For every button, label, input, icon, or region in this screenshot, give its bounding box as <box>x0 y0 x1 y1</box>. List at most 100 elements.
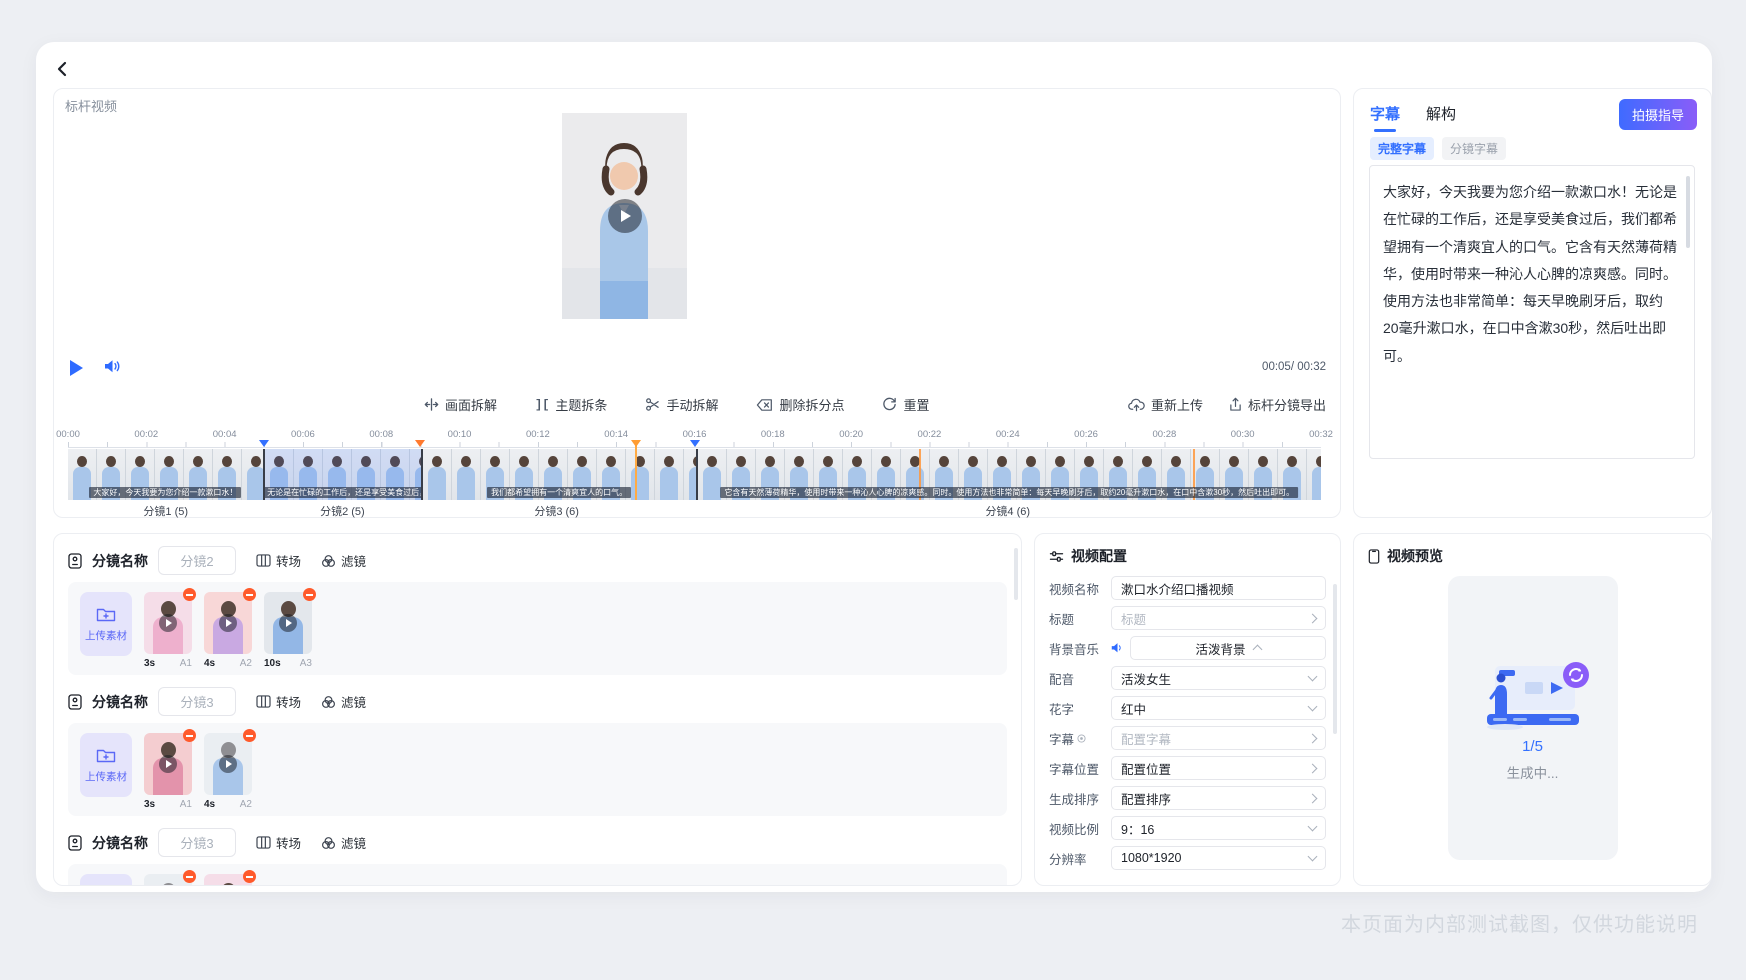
field-label: 视频名称 <box>1049 579 1111 598</box>
title-field[interactable]: 标题 <box>1111 606 1326 630</box>
bgm-select[interactable]: 活泼背景 <box>1130 636 1326 660</box>
shot-name-input[interactable] <box>158 828 236 857</box>
shot-name-input[interactable] <box>158 687 236 716</box>
toolbar-label: 主题拆条 <box>555 395 607 414</box>
segment-caption: 它含有天然薄荷精华，使用时带来一种沁人心脾的凉爽感。同时。使用方法也非常简单：每… <box>720 487 1298 498</box>
timeline-ruler: 00:00 00:02 00:04 00:06 00:08 00:10 00:1… <box>68 429 1321 439</box>
film-frame <box>684 449 696 500</box>
subtitle-position-field[interactable]: 配置位置 <box>1111 756 1326 780</box>
upload-label: 上传素材 <box>85 769 127 784</box>
video-preview-frame[interactable] <box>562 113 687 319</box>
split-frame-button[interactable]: 画面拆解 <box>424 395 497 414</box>
generate-button[interactable]: 生成 <box>1049 885 1326 886</box>
brackets-icon: ][ <box>535 398 549 412</box>
video-name-input[interactable]: 漱口水介绍口播视频 <box>1111 576 1326 600</box>
filter-button[interactable]: 滤镜 <box>321 692 366 711</box>
play-icon[interactable] <box>279 614 297 632</box>
segment-caption: 我们都希望拥有一个清爽宜人的口气。 <box>487 487 631 498</box>
upload-material-card[interactable]: 上传素材 <box>80 874 132 886</box>
chevron-right-icon <box>1308 763 1318 773</box>
remove-clip-icon[interactable] <box>183 588 196 601</box>
filter-button[interactable]: 滤镜 <box>321 833 366 852</box>
scrollbar-thumb[interactable] <box>1014 548 1018 600</box>
chevron-right-icon <box>1308 793 1318 803</box>
play-icon[interactable] <box>70 360 83 376</box>
split-marker-blue[interactable] <box>690 440 700 452</box>
remove-clip-icon[interactable] <box>183 870 196 883</box>
portrait-icon <box>68 694 82 710</box>
timeline-segment-2-selected[interactable]: 无论是在忙碌的工作后，还是享受美食过后， <box>265 449 421 500</box>
field-value: 红中 <box>1121 699 1146 718</box>
subtitle-textbox[interactable]: 大家好，今天我要为您介绍一款漱口水！无论是在忙碌的工作后，还是享受美食过后，我们… <box>1369 165 1695 459</box>
play-icon[interactable] <box>219 614 237 632</box>
transition-button[interactable]: 转场 <box>256 551 301 570</box>
subtitle-panel: 字幕 解构 拍摄指导 完整字幕 分镜字幕 大家好，今天我要为您介绍一款漱口水！无… <box>1353 88 1712 518</box>
pill-shot-subtitle[interactable]: 分镜字幕 <box>1442 137 1506 160</box>
reupload-button[interactable]: 重新上传 <box>1128 395 1203 414</box>
split-marker-blue[interactable] <box>259 440 269 452</box>
filter-icon <box>321 695 336 709</box>
clip-item[interactable]: 3sA1 <box>144 592 192 669</box>
field-value: 标题 <box>1121 609 1146 628</box>
clip-duration: 4s <box>204 658 215 669</box>
shooting-guide-button[interactable]: 拍摄指导 <box>1619 99 1697 130</box>
folder-plus-icon <box>96 747 116 764</box>
back-button[interactable] <box>52 58 74 80</box>
filter-button[interactable]: 滤镜 <box>321 551 366 570</box>
scrollbar-thumb[interactable] <box>1686 176 1690 248</box>
clip-item[interactable]: 10sA3 <box>264 592 312 669</box>
tab-deconstruct[interactable]: 解构 <box>1426 103 1456 132</box>
ruler-tick-label: 00:10 <box>448 429 472 440</box>
upload-material-card[interactable]: 上传素材 <box>80 592 132 656</box>
remove-clip-icon[interactable] <box>303 588 316 601</box>
clip-duration: 3s <box>144 658 155 669</box>
play-icon[interactable] <box>159 755 177 773</box>
aspect-ratio-select[interactable]: 9：16 <box>1111 816 1326 840</box>
play-overlay-icon[interactable] <box>608 199 642 233</box>
remove-clip-icon[interactable] <box>243 729 256 742</box>
clip-band: 上传素材 3sA1 4sA2 10sA3 <box>68 582 1007 675</box>
play-icon[interactable] <box>159 614 177 632</box>
clip-item[interactable] <box>144 874 192 886</box>
field-value: 漱口水介绍口播视频 <box>1121 579 1234 598</box>
clip-item[interactable]: 4sA2 <box>204 592 252 669</box>
remove-clip-icon[interactable] <box>243 588 256 601</box>
toolbar-label: 标杆分镜导出 <box>1248 395 1326 414</box>
resolution-select[interactable]: 1080*1920 <box>1111 846 1326 870</box>
transition-button[interactable]: 转场 <box>256 692 301 711</box>
speaker-icon[interactable] <box>1111 642 1124 654</box>
remove-clip-icon[interactable] <box>243 870 256 883</box>
timeline-segment-4[interactable]: 它含有天然薄荷精华，使用时带来一种沁人心脾的凉爽感。同时。使用方法也非常简单：每… <box>698 449 1322 500</box>
clip-duration: 3s <box>144 799 155 810</box>
manual-split-button[interactable]: 手动拆解 <box>645 395 718 414</box>
play-icon[interactable] <box>219 755 237 773</box>
pill-full-subtitle[interactable]: 完整字幕 <box>1370 137 1434 160</box>
generation-order-field[interactable]: 配置排序 <box>1111 786 1326 810</box>
upload-label: 上传素材 <box>85 628 127 643</box>
timeline-segment-3[interactable]: 我们都希望拥有一个清爽宜人的口气。 <box>423 449 696 500</box>
split-marker-orange[interactable] <box>415 440 425 452</box>
playhead[interactable] <box>635 440 637 500</box>
timeline[interactable]: 00:00 00:02 00:04 00:06 00:08 00:10 00:1… <box>68 429 1321 505</box>
volume-icon[interactable] <box>104 359 121 374</box>
delete-splitpoint-button[interactable]: 删除拆分点 <box>756 395 844 414</box>
clip-item[interactable] <box>204 874 252 886</box>
reset-button[interactable]: 重置 <box>882 395 929 414</box>
scrollbar-thumb[interactable] <box>1333 584 1337 734</box>
generation-progress: 1/5 <box>1448 738 1618 755</box>
subtitle-config-field[interactable]: 配置字幕 <box>1111 726 1326 750</box>
remove-clip-icon[interactable] <box>183 729 196 742</box>
shot-name-input[interactable] <box>158 546 236 575</box>
transition-button[interactable]: 转场 <box>256 833 301 852</box>
field-label: 分辨率 <box>1049 849 1111 868</box>
clip-item[interactable]: 3sA1 <box>144 733 192 810</box>
upload-material-card[interactable]: 上传素材 <box>80 733 132 797</box>
clip-item[interactable]: 4sA2 <box>204 733 252 810</box>
export-storyboard-button[interactable]: 标杆分镜导出 <box>1229 395 1326 414</box>
storyboard-row-header: 分镜名称 转场 滤镜 <box>68 688 1007 715</box>
timeline-segment-1[interactable]: 大家好，今天我要为您介绍一款漱口水！ <box>68 449 263 500</box>
fancy-text-select[interactable]: 红中 <box>1111 696 1326 720</box>
tab-subtitle[interactable]: 字幕 <box>1370 103 1400 132</box>
voice-select[interactable]: 活泼女生 <box>1111 666 1326 690</box>
topic-split-button[interactable]: ][ 主题拆条 <box>535 395 607 414</box>
